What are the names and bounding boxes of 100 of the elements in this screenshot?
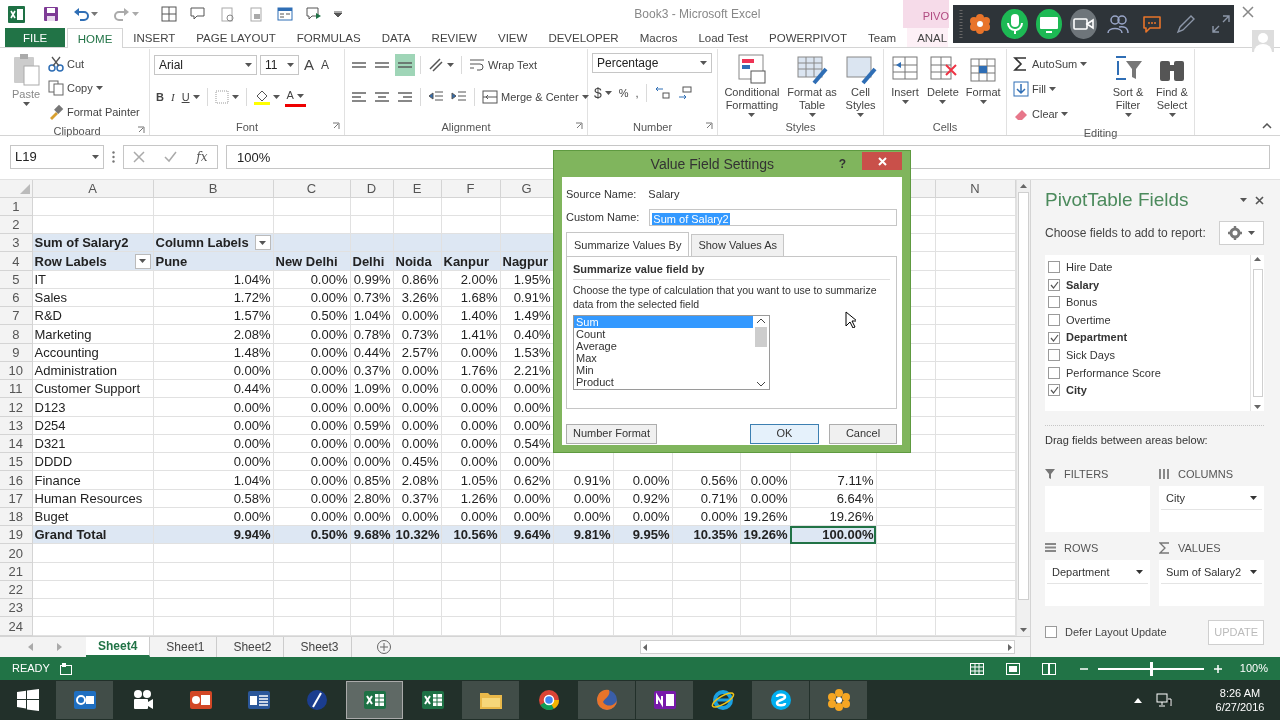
list-option[interactable]: Max: [574, 352, 753, 364]
ribbon-tab[interactable]: INSERT: [122, 28, 186, 47]
currency-button[interactable]: $: [592, 82, 614, 104]
clipboard-icon[interactable]: [219, 6, 235, 22]
zoom-level[interactable]: 100%: [1239, 660, 1268, 677]
scroll-down-icon[interactable]: [1019, 628, 1027, 632]
font-name-field[interactable]: Arial: [154, 55, 257, 75]
ribbon-tab[interactable]: DATA: [371, 28, 422, 47]
network-icon[interactable]: [1156, 693, 1172, 707]
column-header[interactable]: G: [500, 180, 553, 198]
defer-label[interactable]: Defer Layout Update: [1065, 624, 1167, 641]
column-header[interactable]: D: [350, 180, 393, 198]
ribbon-tab[interactable]: REVIEW: [421, 28, 488, 47]
close-button[interactable]: [862, 152, 902, 170]
scroll-up-icon[interactable]: [1019, 184, 1027, 188]
field-label[interactable]: Sick Days: [1066, 347, 1115, 364]
scroll-up-icon[interactable]: [757, 318, 765, 323]
checkbox[interactable]: [1048, 349, 1060, 362]
close-icon[interactable]: [1255, 195, 1264, 205]
field-label[interactable]: Salary: [1066, 276, 1100, 294]
vertical-scrollbar[interactable]: [1250, 254, 1264, 411]
wrap-text-button[interactable]: Wrap Text: [467, 54, 540, 76]
zoom-in-icon[interactable]: [1213, 664, 1222, 673]
format-button[interactable]: Format: [963, 53, 1003, 119]
slider-thumb[interactable]: [1149, 661, 1153, 676]
help-button[interactable]: ?: [832, 154, 852, 174]
save-icon[interactable]: [43, 6, 59, 22]
scroll-down-icon[interactable]: [757, 382, 765, 387]
bold-button[interactable]: B: [154, 86, 166, 108]
collapse-ribbon-icon[interactable]: [1262, 123, 1272, 129]
column-header[interactable]: B: [153, 180, 273, 198]
horizontal-scrollbar[interactable]: [640, 640, 1015, 654]
clear-button[interactable]: Clear: [1011, 103, 1102, 125]
field-label[interactable]: Bonus: [1066, 294, 1098, 311]
scroll-thumb[interactable]: [1017, 192, 1029, 600]
drop-area[interactable]: City: [1159, 486, 1264, 532]
copy-button[interactable]: Copy: [46, 77, 145, 99]
scroll-up-icon[interactable]: [1254, 256, 1261, 261]
camera-button[interactable]: [1070, 9, 1097, 39]
checkbox[interactable]: [1048, 384, 1060, 397]
ribbon-tab[interactable]: HOME: [67, 28, 123, 48]
checkbox[interactable]: [1048, 278, 1060, 291]
column-header[interactable]: E: [393, 180, 441, 198]
font-color-button[interactable]: A: [284, 87, 306, 107]
merge-center-button[interactable]: Merge & Center: [480, 86, 591, 108]
dialog-tab[interactable]: Show Values As: [691, 234, 785, 256]
format-painter-button[interactable]: Format Painter: [46, 101, 145, 123]
page-layout-view-icon[interactable]: [1005, 662, 1020, 675]
ribbon-tab[interactable]: VIEW: [487, 28, 538, 47]
undo-icon[interactable]: [73, 6, 89, 22]
microphone-button[interactable]: [1001, 9, 1028, 39]
file-tab[interactable]: FILE: [5, 28, 66, 47]
column-header[interactable]: A: [32, 180, 153, 198]
checkbox[interactable]: [1048, 331, 1060, 344]
comment-play-icon[interactable]: [306, 6, 322, 22]
field-label[interactable]: City: [1066, 382, 1087, 399]
checkbox[interactable]: [1048, 314, 1060, 327]
scroll-right-icon[interactable]: [1008, 643, 1012, 651]
clock-date[interactable]: 6/27/2016: [1200, 700, 1280, 714]
fill-button[interactable]: Fill: [1011, 78, 1102, 100]
cut-button[interactable]: Cut: [46, 53, 145, 75]
scroll-down-icon[interactable]: [1254, 404, 1261, 409]
ribbon-tab[interactable]: PAGE LAYOUT: [185, 28, 287, 47]
conditional-formatting-button[interactable]: Conditional Formatting: [722, 53, 782, 119]
grip-icon[interactable]: [959, 10, 963, 38]
new-sheet-icon[interactable]: [375, 639, 392, 655]
comment-icon[interactable]: [190, 6, 206, 22]
taskbar-button[interactable]: [346, 681, 403, 719]
field-label[interactable]: Performance Score: [1066, 364, 1161, 382]
bottom-align-button[interactable]: [395, 54, 415, 76]
name-box[interactable]: L19: [10, 145, 104, 169]
dialog-button[interactable]: Number Format: [566, 423, 658, 444]
checkbox[interactable]: [1045, 626, 1057, 639]
screen-share-button[interactable]: [1035, 9, 1063, 39]
list-option[interactable]: Count: [574, 328, 753, 340]
dialog-button[interactable]: Cancel: [829, 423, 897, 444]
field-label[interactable]: Overtime: [1066, 311, 1111, 329]
taskbar-button[interactable]: [752, 681, 809, 719]
close-icon[interactable]: [1242, 6, 1254, 18]
checkbox[interactable]: [1048, 366, 1060, 379]
drop-area[interactable]: Sum of Salary2: [1159, 560, 1264, 606]
italic-button[interactable]: I: [168, 86, 177, 108]
ribbon-tab[interactable]: POWERPIVOT: [758, 28, 858, 47]
percent-button[interactable]: %: [616, 82, 631, 104]
delete-button[interactable]: Delete: [925, 53, 961, 119]
macro-record-icon[interactable]: [59, 662, 72, 675]
sheet-tab[interactable]: Sheet4: [86, 637, 151, 657]
ribbon-tab[interactable]: FORMULAS: [286, 28, 372, 47]
form-icon[interactable]: [277, 6, 293, 22]
comma-button[interactable]: ,: [633, 82, 641, 104]
column-header[interactable]: C: [273, 180, 350, 198]
customize-caret-icon[interactable]: [334, 11, 342, 17]
filter-dropdown-button[interactable]: [254, 235, 271, 251]
scroll-left-icon[interactable]: [643, 643, 647, 651]
insert-button[interactable]: Insert: [888, 53, 922, 119]
field-label[interactable]: Department: [1066, 329, 1128, 346]
column-header[interactable]: F: [441, 180, 500, 198]
font-size-field[interactable]: 11: [260, 55, 299, 75]
normal-view-icon[interactable]: [969, 662, 984, 675]
ribbon-tab[interactable]: DEVELOPER: [537, 28, 630, 47]
